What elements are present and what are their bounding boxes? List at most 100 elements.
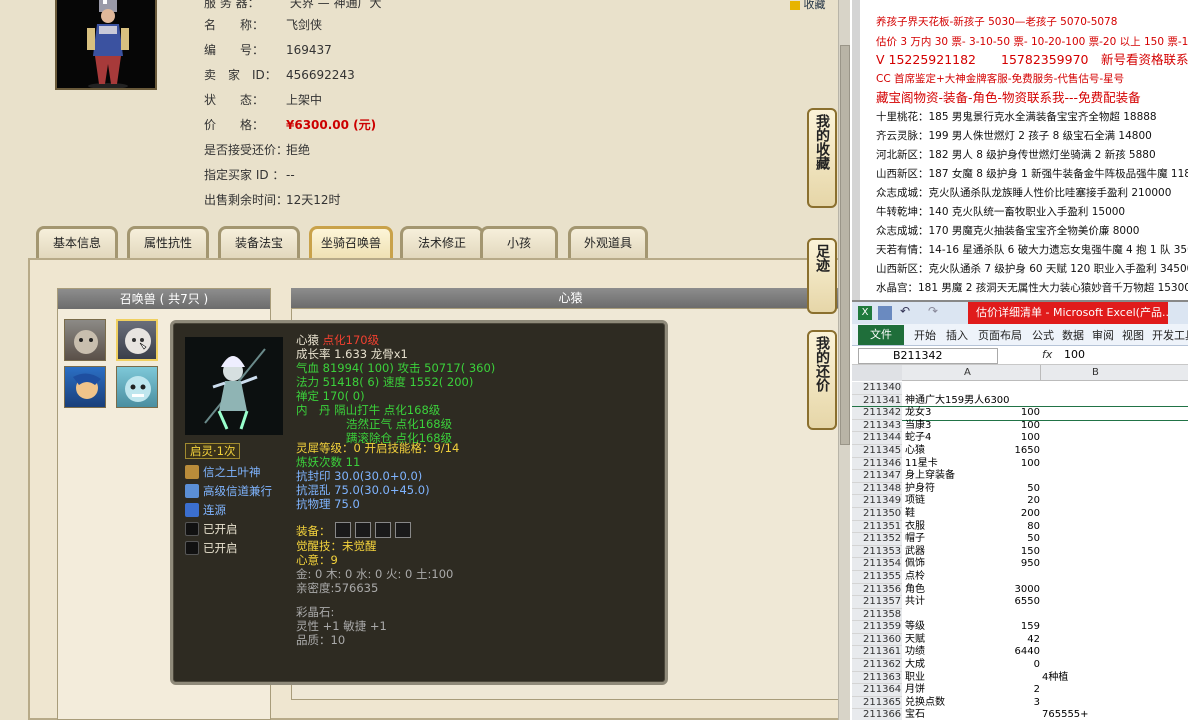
cell-b[interactable]: 42 [1027, 634, 1040, 647]
tab-basic-info[interactable]: 基本信息 [36, 226, 118, 258]
equip-slot-4[interactable] [395, 522, 411, 538]
row-number[interactable]: 211358 [852, 608, 902, 622]
tab-attributes[interactable]: 属性抗性 [127, 226, 209, 258]
tab-file[interactable]: 文件 [858, 325, 904, 345]
cell-b[interactable]: 6440 [1015, 646, 1040, 659]
row-number[interactable]: 211366 [852, 709, 902, 720]
tab-equipment[interactable]: 装备法宝 [218, 226, 300, 258]
tab-mounts-pets[interactable]: 坐骑召唤兽 [309, 226, 393, 258]
row-number[interactable]: 211344 [852, 432, 902, 445]
row-number[interactable]: 211354 [852, 558, 902, 571]
cell-b[interactable]: 100 [1021, 432, 1040, 445]
cell-a[interactable]: 宝石 [905, 709, 925, 720]
row-number[interactable]: 211340 [852, 382, 902, 395]
cell-a[interactable]: 神通广大159男人6300 [905, 395, 1010, 408]
cell-b[interactable]: 3000 [1015, 584, 1040, 597]
cell-b[interactable]: 1650 [1015, 445, 1040, 458]
cell-a[interactable]: 天赋 [905, 634, 925, 647]
page-scrollbar-thumb[interactable] [840, 45, 850, 445]
cell-b[interactable]: 950 [1021, 558, 1040, 571]
cell-a[interactable]: 11星卡 [905, 458, 938, 471]
footprint-button[interactable]: 足迹 [807, 238, 837, 314]
cell-a[interactable]: 角色 [905, 584, 925, 597]
redo-icon[interactable]: ↷ [928, 304, 938, 318]
cell-a[interactable]: 帽子 [905, 533, 925, 546]
cell-a[interactable]: 项链 [905, 495, 925, 508]
cell-a[interactable]: 蛇子4 [905, 432, 931, 445]
cell-a[interactable]: 当康3 [905, 420, 931, 433]
row-number[interactable]: 211360 [852, 633, 902, 647]
cell-b[interactable]: 159 [1021, 621, 1040, 634]
column-header-b[interactable]: B [1092, 367, 1099, 378]
row-number[interactable]: 211362 [852, 659, 902, 672]
doc-scrollbar[interactable] [852, 0, 860, 300]
cell-a[interactable]: 功绩 [905, 646, 925, 659]
row-number[interactable]: 211349 [852, 495, 902, 508]
cell-b[interactable]: 6550 [1015, 596, 1040, 609]
row-number[interactable]: 211353 [852, 545, 902, 559]
tab-review[interactable]: 审阅 [1092, 327, 1114, 343]
cell-b[interactable]: 200 [1021, 508, 1040, 521]
save-icon[interactable] [878, 306, 892, 320]
cell-b[interactable]: 765555+ [1042, 709, 1089, 720]
cell-a[interactable]: 护身符 [905, 483, 935, 496]
row-number[interactable]: 211343 [852, 419, 902, 433]
row-number[interactable]: 211346 [852, 457, 902, 471]
row-number[interactable]: 211361 [852, 646, 902, 660]
tab-page-layout[interactable]: 页面布局 [978, 327, 1022, 343]
fx-icon[interactable]: fx [1042, 348, 1052, 361]
row-number[interactable]: 211364 [852, 684, 902, 697]
row-number[interactable]: 211365 [852, 696, 902, 710]
cell-a[interactable]: 衣服 [905, 521, 925, 534]
cell-a[interactable]: 大成 [905, 659, 925, 672]
cell-b[interactable]: 20 [1027, 495, 1040, 508]
row-number[interactable]: 211355 [852, 570, 902, 584]
pet-thumb-3[interactable] [64, 366, 106, 408]
favorite-link[interactable]: 收藏 [790, 0, 826, 12]
name-box[interactable]: B211342 [858, 348, 998, 364]
equip-slot-2[interactable] [355, 522, 371, 538]
row-number[interactable]: 211347 [852, 470, 902, 483]
cell-a[interactable]: 共计 [905, 596, 925, 609]
page-scrollbar[interactable] [838, 0, 850, 720]
row-number[interactable]: 211357 [852, 596, 902, 609]
cell-b[interactable]: 50 [1027, 483, 1040, 496]
tab-developer[interactable]: 开发工具 [1152, 327, 1188, 343]
select-all-corner[interactable] [852, 365, 902, 381]
cell-b[interactable]: 100 [1021, 458, 1040, 471]
cell-b[interactable]: 0 [1034, 659, 1040, 672]
pet-thumb-1[interactable] [64, 319, 106, 361]
cell-b[interactable]: 3 [1034, 697, 1040, 710]
cell-b[interactable]: 150 [1021, 546, 1040, 559]
cell-a[interactable]: 点柃 [905, 571, 925, 584]
cell-a[interactable]: 身上穿装备 [905, 470, 955, 483]
cell-b[interactable]: 80 [1027, 521, 1040, 534]
my-offers-button[interactable]: 我的还价 [807, 330, 837, 430]
cell-a[interactable]: 佩饰 [905, 558, 925, 571]
cell-b[interactable]: 100 [1021, 420, 1040, 433]
equip-slot-1[interactable] [335, 522, 351, 538]
row-number[interactable]: 211359 [852, 621, 902, 634]
equip-slot-3[interactable] [375, 522, 391, 538]
formula-input[interactable]: 100 [1064, 348, 1085, 361]
tab-data[interactable]: 数据 [1062, 327, 1084, 343]
cell-b[interactable]: 50 [1027, 533, 1040, 546]
cell-a[interactable]: 职业 [905, 672, 925, 685]
cell-b[interactable]: 100 [1021, 407, 1040, 420]
cell-a[interactable]: 心猿 [905, 445, 925, 458]
pet-thumb-2-selected[interactable] [116, 319, 158, 361]
row-number[interactable]: 211350 [852, 507, 902, 521]
cell-a[interactable]: 等级 [905, 621, 925, 634]
row-number[interactable]: 211352 [852, 533, 902, 546]
row-number[interactable]: 211348 [852, 482, 902, 496]
cell-a[interactable]: 龙女3 [905, 407, 931, 420]
row-number[interactable]: 211351 [852, 520, 902, 534]
cell-a[interactable]: 鞋 [905, 508, 915, 521]
cell-b[interactable]: 4种植 [1042, 672, 1068, 685]
tab-insert[interactable]: 插入 [946, 327, 968, 343]
row-number[interactable]: 211356 [852, 583, 902, 597]
row-number[interactable]: 211341 [852, 394, 902, 408]
tab-formulas[interactable]: 公式 [1032, 327, 1054, 343]
tab-appearance[interactable]: 外观道具 [568, 226, 648, 258]
row-number[interactable]: 211345 [852, 444, 902, 458]
